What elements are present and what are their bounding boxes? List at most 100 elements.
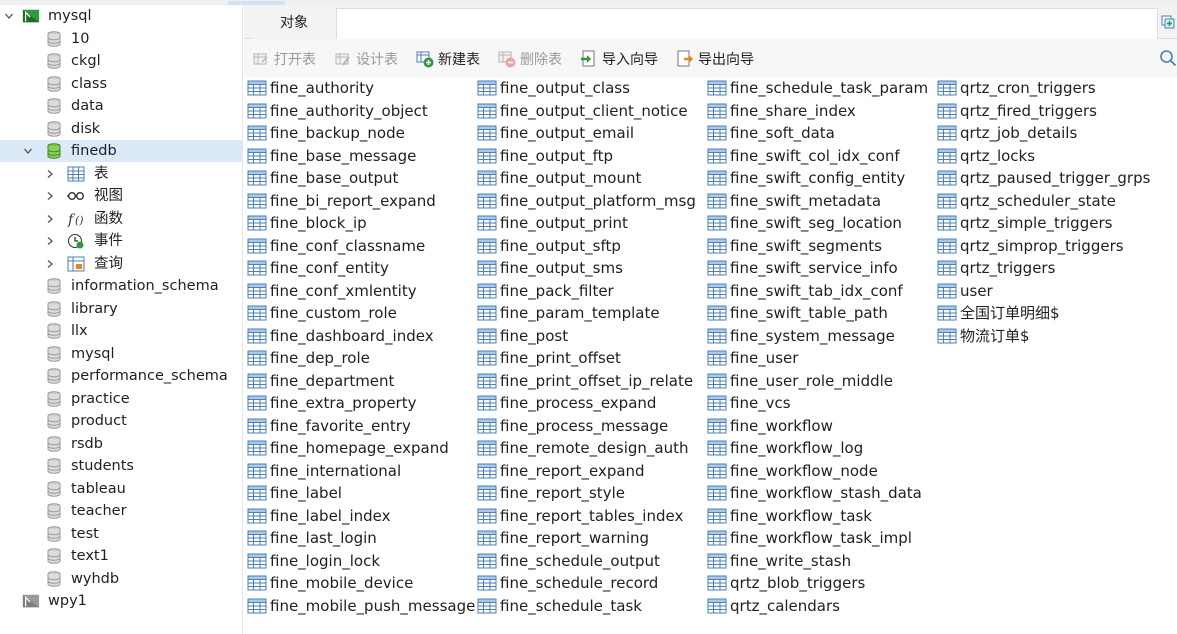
table-list-item[interactable]: fine_report_warning <box>477 527 649 550</box>
table-list-item[interactable]: fine_schedule_task_param <box>707 77 928 100</box>
table-list-item[interactable]: fine_extra_property <box>247 392 416 415</box>
table-list-item[interactable]: fine_output_sftp <box>477 235 621 258</box>
table-list-item[interactable]: fine_pack_filter <box>477 280 614 303</box>
table-list-item[interactable]: fine_report_style <box>477 482 625 505</box>
tab-objects[interactable]: 对象 <box>252 5 336 39</box>
table-list-item[interactable]: fine_dep_role <box>247 347 370 370</box>
table-list-item[interactable]: fine_swift_metadata <box>707 190 881 213</box>
chevron-right-icon[interactable] <box>44 190 56 202</box>
tree-database[interactable]: performance_schema <box>0 365 242 387</box>
tree-category[interactable]: 视图 <box>0 185 242 207</box>
table-list-item[interactable]: fine_dashboard_index <box>247 325 434 348</box>
table-list-item[interactable]: fine_swift_table_path <box>707 302 888 325</box>
table-list-item[interactable]: fine_mobile_push_message <box>247 595 475 618</box>
tree-connection-mysql[interactable]: mysql <box>0 5 242 27</box>
tree-database[interactable]: mysql <box>0 343 242 365</box>
table-list-item[interactable]: fine_international <box>247 460 401 483</box>
table-list-item[interactable]: fine_label <box>247 482 342 505</box>
tree-category[interactable]: f() 函数 <box>0 208 242 230</box>
table-list-item[interactable]: fine_output_sms <box>477 257 623 280</box>
table-list-item[interactable]: fine_swift_segments <box>707 235 882 258</box>
table-list-item[interactable]: fine_favorite_entry <box>247 415 411 438</box>
tree-database[interactable]: 10 <box>0 28 242 50</box>
table-list-item[interactable]: fine_custom_role <box>247 302 397 325</box>
table-list-item[interactable]: fine_login_lock <box>247 550 380 573</box>
tree-database-finedb[interactable]: finedb <box>0 140 242 162</box>
chevron-right-icon[interactable] <box>44 235 56 247</box>
table-list-item[interactable]: qrtz_cron_triggers <box>937 77 1096 100</box>
table-list-item[interactable]: fine_backup_node <box>247 122 405 145</box>
table-list-item[interactable]: fine_base_output <box>247 167 398 190</box>
tree-database[interactable]: information_schema <box>0 275 242 297</box>
tree-database[interactable]: llx <box>0 320 242 342</box>
table-list-item[interactable]: fine_schedule_record <box>477 572 658 595</box>
table-list-item[interactable]: fine_swift_col_idx_conf <box>707 145 900 168</box>
table-list-item[interactable]: fine_user <box>707 347 798 370</box>
table-list-item[interactable]: 全国订单明细$ <box>937 302 1060 325</box>
chevron-down-icon[interactable] <box>22 145 34 157</box>
table-list-item[interactable]: fine_process_message <box>477 415 668 438</box>
table-list-item[interactable]: fine_swift_seg_location <box>707 212 902 235</box>
table-list-item[interactable]: fine_swift_tab_idx_conf <box>707 280 903 303</box>
table-list-item[interactable]: qrtz_simprop_triggers <box>937 235 1124 258</box>
table-list-item[interactable]: fine_label_index <box>247 505 391 528</box>
table-list-item[interactable]: fine_last_login <box>247 527 377 550</box>
design-table-button[interactable]: 设计表 <box>334 49 398 69</box>
table-list-item[interactable]: fine_authority_object <box>247 100 428 123</box>
chevron-right-icon[interactable] <box>44 258 56 270</box>
tree-category[interactable]: 事件 <box>0 230 242 252</box>
table-list-item[interactable]: qrtz_calendars <box>707 595 840 618</box>
open-table-button[interactable]: 打开表 <box>252 49 316 69</box>
table-list-item[interactable]: fine_department <box>247 370 394 393</box>
tree-category[interactable]: 查询 <box>0 253 242 275</box>
table-list-item[interactable]: fine_bi_report_expand <box>247 190 436 213</box>
tree-database[interactable]: rsdb <box>0 433 242 455</box>
table-list-item[interactable]: qrtz_scheduler_state <box>937 190 1116 213</box>
table-list-item[interactable]: qrtz_triggers <box>937 257 1055 280</box>
table-list-item[interactable]: fine_output_email <box>477 122 634 145</box>
import-wizard-button[interactable]: 导入向导 <box>580 49 658 69</box>
new-tab-icon[interactable] <box>1158 5 1177 39</box>
tree-category[interactable]: 表 <box>0 163 242 185</box>
tree-database[interactable]: data <box>0 95 242 117</box>
export-wizard-button[interactable]: 导出向导 <box>676 49 754 69</box>
tree-database[interactable]: wyhdb <box>0 568 242 590</box>
table-list-item[interactable]: fine_swift_config_entity <box>707 167 905 190</box>
connection-tree[interactable]: mysql 10 ckgl class data disk finedb 表视图 f() 函数 事件… <box>0 5 243 634</box>
table-list-item[interactable]: fine_soft_data <box>707 122 835 145</box>
table-list-item[interactable]: qrtz_job_details <box>937 122 1077 145</box>
table-list-item[interactable]: qrtz_locks <box>937 145 1035 168</box>
table-list-item[interactable]: fine_output_platform_msg <box>477 190 696 213</box>
table-list-item[interactable]: fine_workflow_stash_data <box>707 482 922 505</box>
table-list-item[interactable]: fine_user_role_middle <box>707 370 893 393</box>
tree-database[interactable]: product <box>0 410 242 432</box>
table-list-item[interactable]: qrtz_paused_trigger_grps <box>937 167 1150 190</box>
table-list-item[interactable]: fine_share_index <box>707 100 856 123</box>
table-list-item[interactable]: qrtz_fired_triggers <box>937 100 1097 123</box>
table-list-item[interactable]: fine_output_mount <box>477 167 641 190</box>
table-list-item[interactable]: fine_workflow_task <box>707 505 872 528</box>
table-list-item[interactable]: fine_conf_entity <box>247 257 389 280</box>
new-table-button[interactable]: 新建表 <box>416 49 480 69</box>
tree-database[interactable]: students <box>0 455 242 477</box>
table-list-item[interactable]: fine_swift_service_info <box>707 257 898 280</box>
table-list-item[interactable]: fine_schedule_output <box>477 550 660 573</box>
table-list-item[interactable]: fine_write_stash <box>707 550 851 573</box>
tree-connection-wpy1[interactable]: wpy1 <box>0 590 242 612</box>
table-list-item[interactable]: fine_output_class <box>477 77 630 100</box>
table-list-item[interactable]: fine_conf_xmlentity <box>247 280 417 303</box>
table-list-item[interactable]: fine_output_ftp <box>477 145 613 168</box>
table-list-item[interactable]: fine_process_expand <box>477 392 656 415</box>
table-list-item[interactable]: fine_print_offset <box>477 347 621 370</box>
tree-database[interactable]: ckgl <box>0 50 242 72</box>
table-list-item[interactable]: fine_workflow_log <box>707 437 863 460</box>
table-list-item[interactable]: fine_conf_classname <box>247 235 425 258</box>
table-list-item[interactable]: 物流订单$ <box>937 325 1030 348</box>
tree-database[interactable]: test <box>0 523 242 545</box>
table-list-item[interactable]: fine_block_ip <box>247 212 367 235</box>
tree-database[interactable]: tableau <box>0 478 242 500</box>
table-list-item[interactable]: fine_vcs <box>707 392 791 415</box>
chevron-right-icon[interactable] <box>44 213 56 225</box>
table-list-item[interactable]: fine_mobile_device <box>247 572 413 595</box>
search-icon[interactable] <box>1159 49 1177 67</box>
